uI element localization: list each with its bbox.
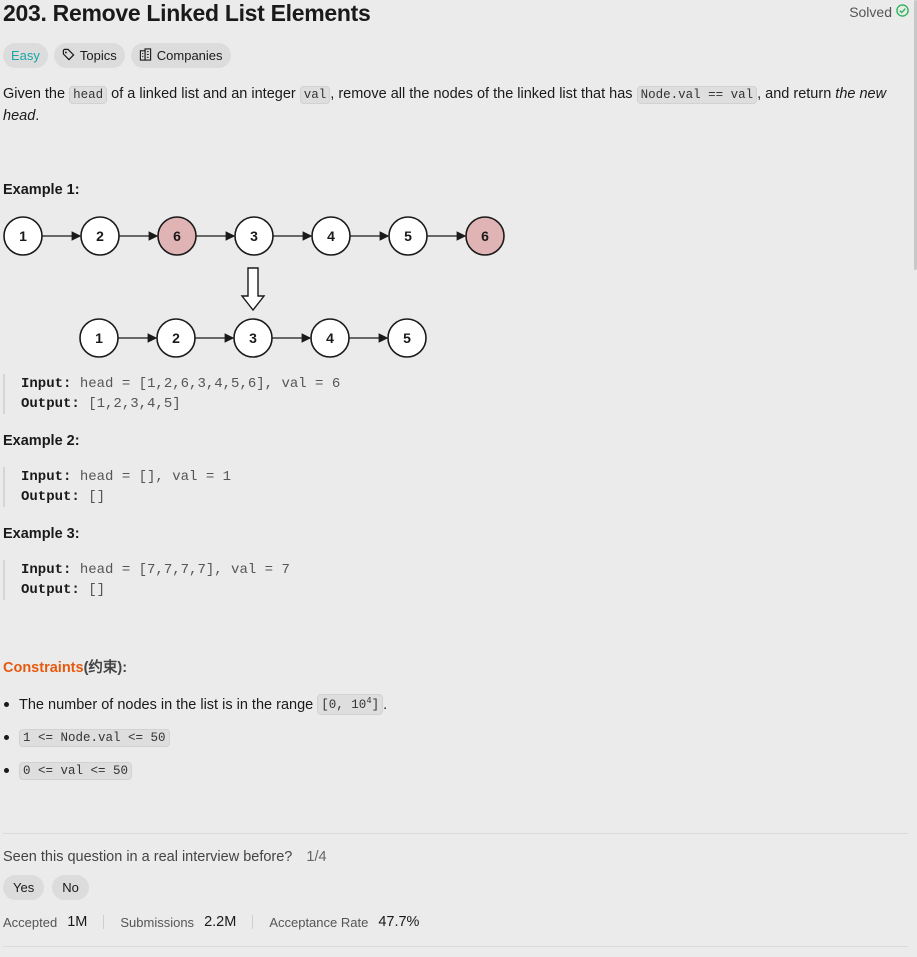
divider	[3, 946, 908, 947]
interview-question: Seen this question in a real interview b…	[3, 849, 327, 865]
node-value: 3	[249, 330, 257, 346]
node-value: 1	[19, 228, 27, 244]
example-2-heading: Example 2:	[3, 433, 80, 449]
inline-code: val	[299, 86, 331, 104]
node-value: 2	[172, 330, 180, 346]
output-value: []	[79, 489, 106, 505]
node-value: 6	[481, 228, 489, 244]
submissions-value: 2.2M	[204, 914, 237, 930]
companies-label: Companies	[156, 48, 223, 63]
problem-description: Given the head of a linked list and an i…	[3, 84, 903, 127]
node-value: 5	[404, 228, 412, 244]
output-value: []	[79, 582, 106, 598]
range-code: [0, 10	[321, 698, 367, 713]
accepted-value: 1M	[67, 914, 88, 930]
node-value: 4	[326, 330, 334, 346]
acceptance-rate-value: 47.7%	[378, 914, 420, 930]
description-text: , and return	[757, 86, 836, 102]
output-value: [1,2,3,4,5]	[79, 396, 181, 412]
constraint-code: 0 <= val <= 50	[19, 761, 133, 780]
tag-icon	[62, 48, 75, 64]
description-text: of a linked list and an integer	[107, 86, 300, 102]
stats-row: Accepted 1M Submissions 2.2M Acceptance …	[3, 914, 419, 930]
example-2-block: Input: head = [], val = 1 Output: []	[3, 467, 231, 507]
topics-label: Topics	[79, 48, 117, 63]
constraint-code: [0, 104]	[317, 694, 384, 715]
submissions-label: Submissions	[120, 914, 195, 930]
input-label: Input:	[21, 469, 72, 485]
range-code-end: ]	[371, 698, 380, 713]
constraints-heading-cn: (约束):	[83, 660, 128, 676]
building-icon	[139, 47, 152, 64]
interview-buttons: Yes No	[3, 875, 89, 900]
solved-status: Solved	[849, 4, 909, 20]
constraints-heading-en: Constraints	[3, 660, 84, 676]
constraints-heading: Constraints(约束):	[3, 656, 127, 677]
linked-list-diagram: 1 2 6 3 4 5 6 1 2 3 4 5	[3, 216, 505, 358]
solved-label: Solved	[849, 4, 892, 20]
node-value: 5	[403, 330, 411, 346]
node-value: 4	[327, 228, 335, 244]
constraint-item: The number of nodes in the list is in th…	[3, 688, 883, 721]
inline-code: head	[69, 86, 108, 104]
output-label: Output:	[21, 489, 80, 505]
constraint-item: 0 <= val <= 50	[3, 754, 883, 787]
yes-button[interactable]: Yes	[3, 875, 45, 900]
no-button[interactable]: No	[52, 875, 89, 900]
example-3-heading: Example 3:	[3, 526, 80, 542]
stats-separator	[252, 915, 254, 929]
stats-separator	[103, 915, 105, 929]
companies-button[interactable]: Companies	[130, 43, 231, 68]
description-text: , remove all the nodes of the linked lis…	[330, 86, 637, 102]
constraint-period: .	[383, 696, 388, 713]
divider	[3, 833, 908, 834]
node-value: 3	[250, 228, 258, 244]
constraint-code: 1 <= Node.val <= 50	[19, 728, 170, 747]
input-value: head = [1,2,6,3,4,5,6], val = 6	[71, 376, 341, 392]
input-label: Input:	[21, 376, 72, 392]
input-label: Input:	[21, 562, 72, 578]
input-value: head = [], val = 1	[71, 469, 232, 485]
example-3-block: Input: head = [7,7,7,7], val = 7 Output:…	[3, 560, 290, 600]
interview-question-text: Seen this question in a real interview b…	[3, 849, 293, 865]
output-label: Output:	[21, 582, 80, 598]
accepted-label: Accepted	[3, 914, 58, 930]
example-1-block: Input: head = [1,2,6,3,4,5,6], val = 6 O…	[3, 374, 340, 414]
constraints-list: The number of nodes in the list is in th…	[3, 688, 883, 787]
constraint-item: 1 <= Node.val <= 50	[3, 721, 883, 754]
node-value: 1	[95, 330, 103, 346]
interview-ratio: 1/4	[306, 849, 327, 865]
acceptance-rate-label: Acceptance Rate	[269, 914, 369, 930]
output-label: Output:	[21, 396, 80, 412]
difficulty-badge[interactable]: Easy	[3, 43, 48, 68]
description-text: .	[35, 108, 40, 124]
node-value: 6	[173, 228, 181, 244]
inline-code: Node.val == val	[636, 86, 758, 104]
topics-button[interactable]: Topics	[53, 43, 125, 68]
constraint-text: The number of nodes in the list is in th…	[19, 696, 314, 713]
example-1-heading: Example 1:	[3, 182, 80, 198]
down-arrow-icon	[240, 267, 266, 312]
node-value: 2	[96, 228, 104, 244]
problem-title: 203. Remove Linked List Elements	[3, 0, 371, 26]
input-value: head = [7,7,7,7], val = 7	[71, 562, 290, 578]
check-circle-icon	[896, 4, 909, 20]
tag-row: Easy Topics Companies	[3, 43, 231, 68]
description-text: Given the	[3, 86, 70, 102]
